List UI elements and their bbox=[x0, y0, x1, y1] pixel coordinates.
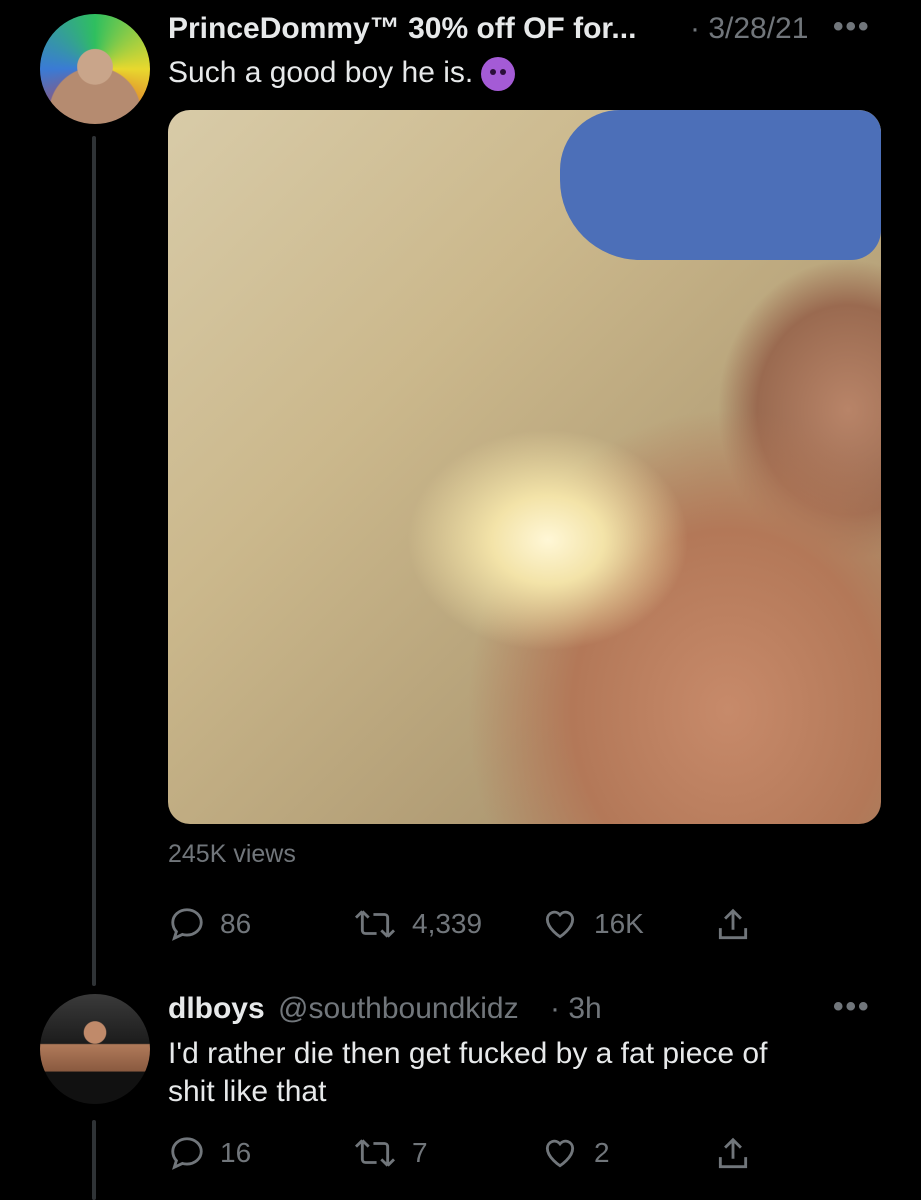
thread-line bbox=[92, 136, 96, 986]
retweet-count: 4,339 bbox=[412, 908, 483, 939]
tweet-video[interactable] bbox=[168, 110, 881, 824]
author-name[interactable]: PrinceDommy™ 30% off OF for... bbox=[168, 12, 636, 46]
retweet-button[interactable]: 4,339 bbox=[352, 905, 482, 943]
share-icon bbox=[718, 908, 748, 940]
like-count: 16K bbox=[594, 908, 644, 939]
reply-author-name[interactable]: dlboys bbox=[168, 992, 265, 1026]
reply-retweet-button[interactable]: 7 bbox=[352, 1134, 428, 1172]
reply-icon bbox=[171, 908, 203, 941]
reply-icon bbox=[171, 1137, 203, 1170]
reply-button[interactable]: 86 bbox=[168, 905, 251, 943]
reply-time[interactable]: · 3h bbox=[550, 992, 602, 1026]
retweet-icon bbox=[354, 1139, 396, 1167]
reply-reply-button[interactable]: 16 bbox=[168, 1134, 251, 1172]
tweet-date[interactable]: · 3/28/21 bbox=[690, 12, 808, 46]
reply-author-avatar[interactable] bbox=[40, 994, 150, 1104]
heart-icon bbox=[545, 910, 575, 939]
thread-line-bottom bbox=[92, 1120, 96, 1200]
reply-actions: 16 7 2 bbox=[168, 1134, 788, 1178]
tweet-header: PrinceDommy™ 30% off OF for... · 3/28/21… bbox=[168, 10, 878, 52]
video-frame-detail bbox=[560, 110, 881, 260]
share-button[interactable] bbox=[714, 905, 752, 945]
smiling-devil-emoji-icon bbox=[481, 57, 516, 92]
author-avatar[interactable] bbox=[40, 14, 150, 124]
reply-header: dlboys @southboundkidz · 3h ••• bbox=[168, 990, 878, 1032]
share-icon bbox=[718, 1137, 748, 1169]
reply-author-handle[interactable]: @southboundkidz bbox=[278, 992, 519, 1026]
reply-retweet-count: 7 bbox=[412, 1137, 428, 1168]
reply-text-line-2: shit like that bbox=[168, 1075, 327, 1108]
reply-text: I'd rather die then get fucked by a fat … bbox=[168, 1035, 878, 1111]
view-count: 245K views bbox=[168, 840, 296, 868]
reply-like-button[interactable]: 2 bbox=[540, 1134, 610, 1172]
heart-icon bbox=[545, 1139, 575, 1168]
tweet-text: Such a good boy he is. bbox=[168, 54, 516, 92]
reply-text-line-1: I'd rather die then get fucked by a fat … bbox=[168, 1037, 768, 1070]
reply-like-count: 2 bbox=[594, 1137, 610, 1168]
reply-reply-count: 16 bbox=[220, 1137, 252, 1168]
reply-count: 86 bbox=[220, 908, 252, 939]
tweet-text-content: Such a good boy he is. bbox=[168, 56, 474, 89]
tweet-actions: 86 4,339 16K bbox=[168, 905, 788, 949]
retweet-icon bbox=[354, 910, 396, 938]
reply-more-options-button[interactable]: ••• bbox=[833, 990, 871, 1024]
more-options-button[interactable]: ••• bbox=[833, 10, 871, 44]
like-button[interactable]: 16K bbox=[540, 905, 644, 943]
reply-share-button[interactable] bbox=[714, 1134, 752, 1174]
